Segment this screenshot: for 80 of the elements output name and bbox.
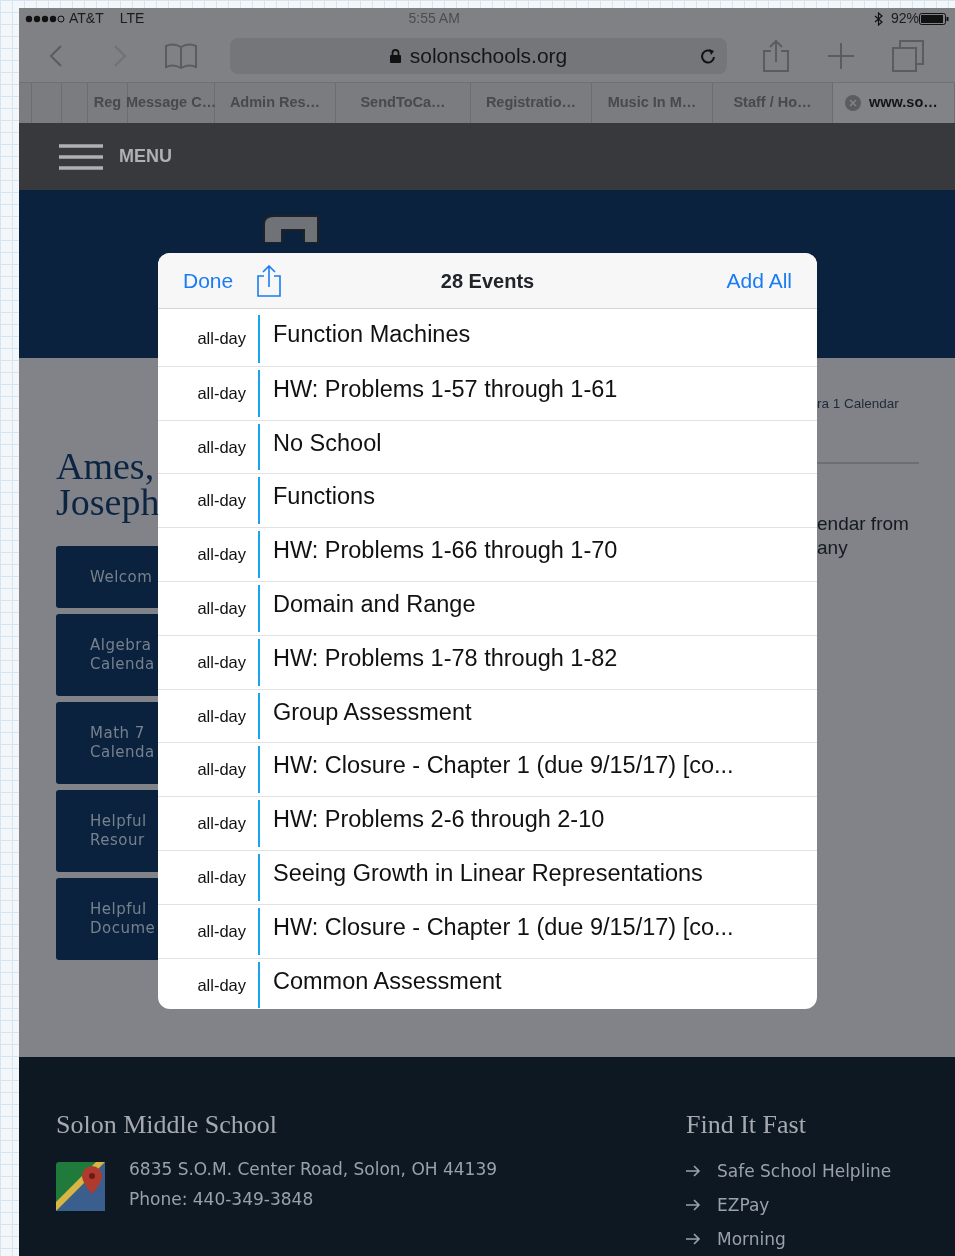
event-title[interactable]: Common Assessment xyxy=(260,958,502,1009)
event-title[interactable]: HW: Problems 1-66 through 1-70 xyxy=(260,528,618,581)
event-marker xyxy=(258,315,260,363)
event-time: all-day xyxy=(196,544,247,566)
event-time: all-day xyxy=(196,974,247,996)
event-time: all-day xyxy=(196,705,247,727)
event-title[interactable]: HW: Problems 1-57 through 1-61 xyxy=(260,366,618,420)
nav-button[interactable]: Helpful Docume xyxy=(56,878,158,961)
map-icon xyxy=(56,1162,105,1211)
event-marker xyxy=(258,800,260,847)
event-marker xyxy=(258,961,260,1009)
side-paragraph: endar from any xyxy=(817,512,910,561)
battery-label: 92% xyxy=(890,9,919,29)
event-marker xyxy=(258,585,260,632)
footer-heading: Find It Fast xyxy=(686,1109,807,1141)
share-icon[interactable] xyxy=(763,39,789,72)
event-marker xyxy=(258,746,260,794)
event-marker xyxy=(258,638,260,686)
dialog-title: 28 Events xyxy=(440,268,535,294)
event-title[interactable]: HW: Problems 2-6 through 2-10 xyxy=(260,797,605,850)
add-all-button[interactable]: Add All xyxy=(726,264,792,297)
event-title[interactable]: No School xyxy=(260,420,382,474)
arrow-icon xyxy=(686,1233,701,1245)
event-marker xyxy=(258,477,260,525)
event-time: all-day xyxy=(196,490,247,512)
nav-button[interactable]: Helpful Resour xyxy=(56,790,158,873)
event-marker xyxy=(258,423,260,471)
page-heading: Ames, Joseph xyxy=(56,448,158,521)
event-title[interactable]: Seeing Growth in Linear Representations xyxy=(260,850,703,904)
breadcrumb-text: ra 1 Calendar xyxy=(817,395,900,414)
nav-button[interactable]: Math 7 Calenda xyxy=(56,702,158,785)
tabs-icon[interactable] xyxy=(892,39,924,72)
event-title[interactable]: Functions xyxy=(260,474,375,528)
done-button[interactable]: Done xyxy=(183,264,234,297)
browser-tab[interactable]: www.so… xyxy=(833,82,955,124)
battery-icon xyxy=(919,12,949,25)
carrier-label: AT&T xyxy=(69,9,104,29)
event-time: all-day xyxy=(196,866,247,888)
event-marker xyxy=(258,692,260,740)
back-icon[interactable] xyxy=(49,43,63,68)
menu-label[interactable]: MENU xyxy=(119,143,172,171)
arrow-icon xyxy=(686,1165,701,1177)
address-text: 6835 S.O.M. Center Road, Solon, OH 44139 xyxy=(129,1158,498,1181)
event-marker xyxy=(258,531,260,578)
event-time: all-day xyxy=(196,813,247,835)
nav-button[interactable]: Welcom xyxy=(56,546,158,609)
event-title[interactable]: HW: Closure - Chapter 1 (due 9/15/17) [co... xyxy=(260,743,734,797)
event-title[interactable]: Group Assessment xyxy=(260,689,472,743)
signal-icon xyxy=(25,13,65,24)
menu-icon[interactable] xyxy=(59,143,103,170)
url-field[interactable]: solonschools.org xyxy=(230,37,727,74)
share-icon[interactable] xyxy=(257,264,282,297)
event-time: all-day xyxy=(196,651,247,673)
event-time: all-day xyxy=(196,759,247,781)
reload-icon[interactable] xyxy=(699,46,717,66)
bluetooth-icon xyxy=(873,11,883,26)
event-time: all-day xyxy=(196,382,247,404)
plus-icon[interactable] xyxy=(827,41,855,70)
footer-link[interactable]: Morning xyxy=(717,1224,786,1254)
close-icon[interactable] xyxy=(845,95,861,112)
event-title[interactable]: HW: Problems 1-78 through 1-82 xyxy=(260,635,618,689)
arrow-icon xyxy=(686,1199,701,1211)
footer-link[interactable]: EZPay xyxy=(717,1190,770,1220)
phone-text: Phone: 440-349-3848 xyxy=(129,1188,315,1211)
event-marker xyxy=(258,369,260,417)
event-title[interactable]: HW: Closure - Chapter 1 (due 9/15/17) [co... xyxy=(260,904,734,958)
event-marker xyxy=(258,907,260,955)
event-time: all-day xyxy=(196,598,247,619)
event-time: all-day xyxy=(196,920,247,942)
footer-heading: Solon Middle School xyxy=(56,1109,278,1141)
event-time: all-day xyxy=(196,328,247,349)
event-title[interactable]: Domain and Range xyxy=(260,582,476,635)
nav-button[interactable]: Algebra Calenda xyxy=(56,614,158,697)
event-time: all-day xyxy=(196,436,247,458)
event-title[interactable]: Function Machines xyxy=(260,312,471,366)
bookmarks-icon[interactable] xyxy=(165,42,197,69)
lock-icon xyxy=(389,48,401,63)
footer-link[interactable]: Safe School Helpline xyxy=(717,1156,892,1186)
event-marker xyxy=(258,853,260,901)
network-label: LTE xyxy=(119,9,145,29)
